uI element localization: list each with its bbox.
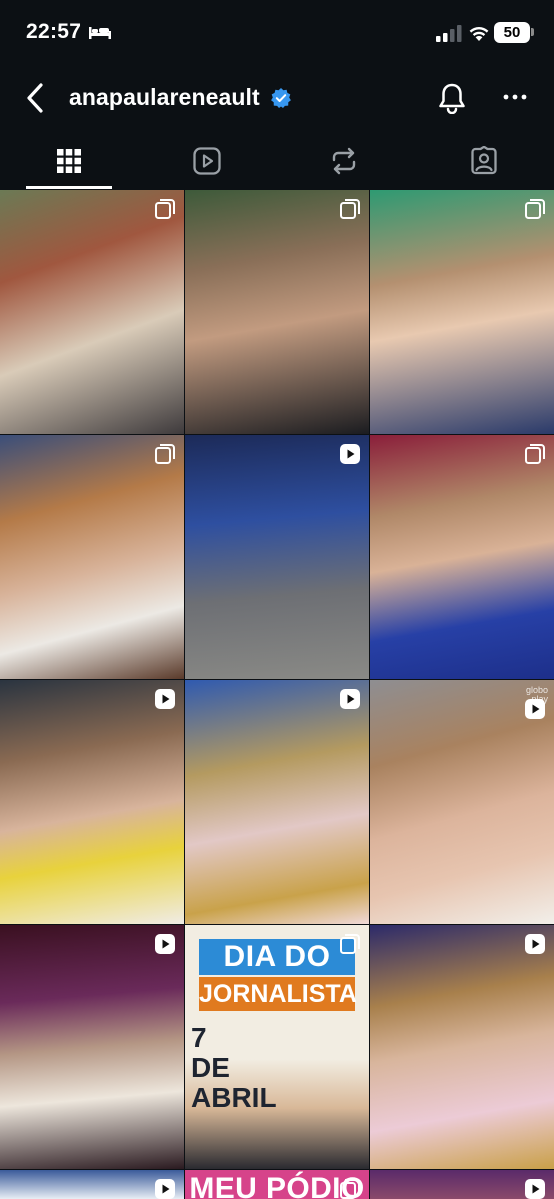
active-tab-indicator: [26, 186, 112, 189]
video-icon: [339, 443, 361, 465]
carousel-icon: [339, 198, 361, 220]
status-time: 22:57: [26, 20, 82, 43]
post-thumbnail[interactable]: [370, 925, 554, 1169]
video-icon: [524, 933, 546, 955]
carousel-icon: [154, 443, 176, 465]
wifi-icon: [469, 27, 489, 41]
post-thumbnail[interactable]: [0, 925, 184, 1169]
video-icon: [154, 1178, 176, 1199]
video-icon: [154, 933, 176, 955]
status-bar: 22:57 50: [0, 0, 554, 66]
post-thumbnail[interactable]: [370, 435, 554, 679]
reels-icon: [193, 147, 221, 175]
more-horizontal-icon[interactable]: [503, 92, 527, 102]
tab-reels[interactable]: [162, 136, 252, 188]
sleep-mode-icon: [89, 27, 111, 39]
video-icon: [154, 688, 176, 710]
verified-badge-icon: [271, 88, 291, 108]
carousel-icon: [339, 1178, 361, 1199]
carousel-icon: [154, 198, 176, 220]
battery-indicator: 50: [494, 22, 530, 43]
post-thumbnail[interactable]: MEU PÓDIO: [185, 1170, 369, 1199]
poster-subtitle: JORNALISTA: [199, 977, 357, 1011]
post-thumbnail[interactable]: [370, 1170, 554, 1199]
video-icon: [524, 698, 546, 720]
carousel-icon: [339, 933, 361, 955]
post-thumbnail[interactable]: [185, 190, 369, 434]
tab-reposts[interactable]: [299, 136, 389, 188]
grid-icon: [57, 149, 81, 173]
video-icon: [524, 1178, 546, 1199]
poster-title: DIA DO: [199, 939, 355, 975]
chevron-left-icon[interactable]: [24, 82, 46, 114]
poster-date: 7 DE ABRIL: [191, 1022, 277, 1113]
posts-grid: globo play DIA DO JORNALISTA 7 DE ABRIL …: [0, 190, 554, 1199]
tab-posts-grid[interactable]: [24, 136, 114, 188]
carousel-icon: [524, 198, 546, 220]
post-thumbnail[interactable]: [0, 190, 184, 434]
battery-tip: [531, 28, 534, 36]
video-icon: [339, 688, 361, 710]
bell-icon[interactable]: [437, 82, 467, 114]
post-thumbnail[interactable]: globo play: [370, 680, 554, 924]
profile-tabs: [0, 136, 554, 190]
post-thumbnail[interactable]: [185, 435, 369, 679]
profile-username: anapaulareneault: [69, 84, 260, 110]
post-thumbnail[interactable]: [0, 1170, 184, 1199]
post-thumbnail[interactable]: DIA DO JORNALISTA 7 DE ABRIL: [185, 925, 369, 1169]
post-thumbnail[interactable]: [370, 190, 554, 434]
poster-date-month: ABRIL: [191, 1082, 277, 1113]
tagged-icon: [471, 146, 497, 175]
cellular-signal-icon: [436, 25, 462, 42]
carousel-icon: [524, 443, 546, 465]
repost-icon: [332, 147, 356, 175]
tab-tagged[interactable]: [439, 136, 529, 188]
profile-header: anapaulareneault: [0, 66, 554, 130]
post-thumbnail[interactable]: [0, 680, 184, 924]
post-thumbnail[interactable]: [185, 680, 369, 924]
post-thumbnail[interactable]: [0, 435, 184, 679]
poster-date-day: 7 DE: [191, 1022, 230, 1083]
